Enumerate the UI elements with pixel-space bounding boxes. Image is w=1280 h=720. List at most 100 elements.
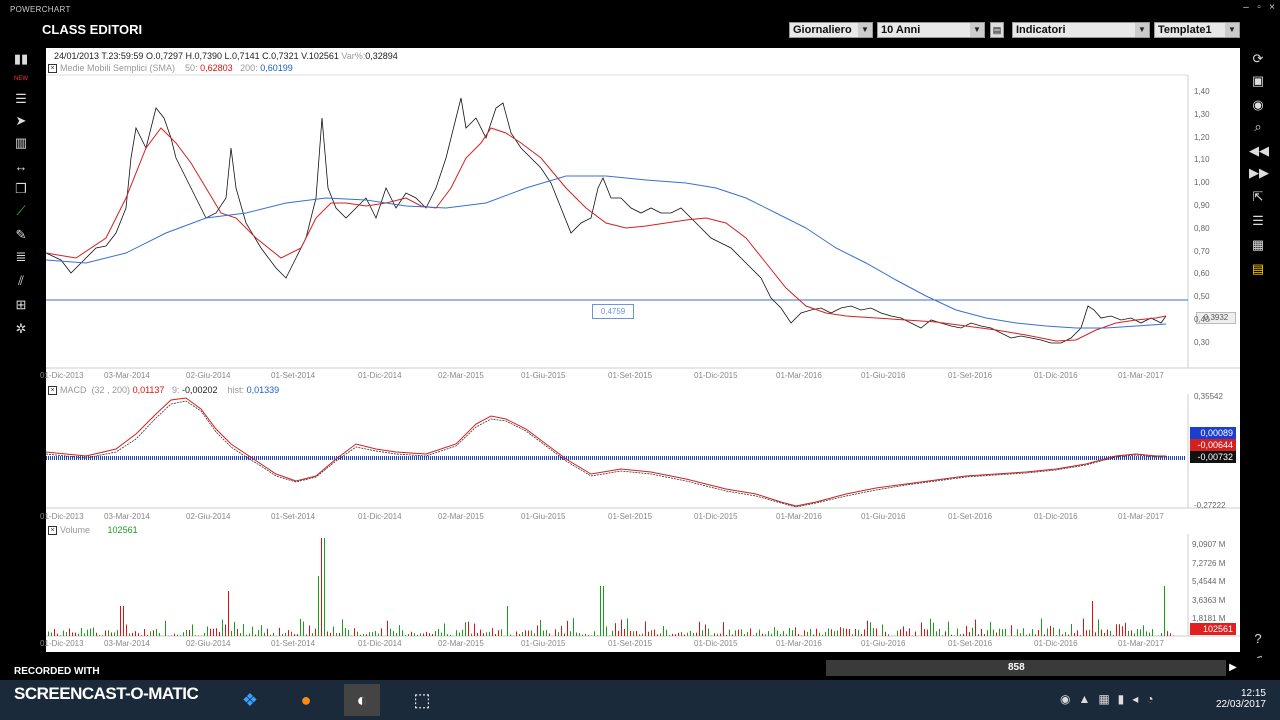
volume-bar: [462, 629, 463, 636]
resize-icon[interactable]: ↔: [12, 158, 30, 176]
help-icon[interactable]: ?: [1249, 630, 1267, 648]
camera-icon[interactable]: ◉: [1249, 96, 1267, 114]
refresh-icon[interactable]: ⟳: [1249, 50, 1267, 68]
volume-bar: [786, 634, 787, 636]
volume-bar: [816, 628, 817, 636]
volume-bar: [519, 633, 520, 636]
volume-bar: [885, 631, 886, 636]
notes-icon[interactable]: ▤: [1249, 260, 1267, 278]
price-panel[interactable]: 24/01/2013 T.23:59:59 O.0,7297 H.0,7390 …: [40, 48, 1240, 384]
tray-icons[interactable]: ◉▲▦▮◂◔: [1060, 692, 1162, 706]
dropbox-icon[interactable]: ❖: [232, 684, 268, 716]
volume-bar: [1095, 632, 1096, 636]
zoom-icon[interactable]: ⌕: [1249, 118, 1267, 136]
layers-icon[interactable]: ❐: [12, 180, 30, 198]
volume-bar: [813, 634, 814, 636]
new-icon[interactable]: NEW: [12, 70, 30, 88]
volume-bar: [528, 630, 529, 636]
volume-bar: [123, 606, 124, 636]
volume-bar: [195, 635, 196, 636]
forward-icon[interactable]: ▶▶: [1249, 164, 1269, 182]
volume-bar: [1137, 629, 1138, 636]
price-x-axis: 01-Dic-2013 03-Mar-2014 02-Giu-2014 01-S…: [40, 371, 1186, 381]
hand-icon[interactable]: ☰: [12, 90, 30, 108]
volume-bar: [546, 629, 547, 636]
macd-chart[interactable]: [46, 384, 1240, 524]
volume-bar: [939, 628, 940, 636]
scroll-right-icon[interactable]: ▶: [1226, 660, 1240, 676]
volume-bar: [936, 631, 937, 636]
layout-icon[interactable]: ▮▮: [12, 50, 30, 68]
volume-bar: [597, 635, 598, 636]
y-tick: 9,0907 M: [1192, 540, 1226, 549]
x-tick: 01-Giu-2016: [861, 512, 906, 521]
fibonacci-icon[interactable]: ≣: [12, 248, 30, 266]
minimize-icon[interactable]: –: [1241, 3, 1251, 13]
list-icon[interactable]: ☰: [1249, 212, 1267, 230]
price-chart[interactable]: [46, 48, 1240, 384]
maximize-icon[interactable]: ▫: [1254, 3, 1264, 13]
volume-bar: [1146, 631, 1147, 636]
volume-panel[interactable]: × Volume 102561 9,0907 M 7,2726 M 5,4544…: [40, 524, 1240, 652]
volume-bar: [705, 624, 706, 636]
bars-icon[interactable]: ▥: [12, 134, 30, 152]
volume-bar: [1056, 635, 1057, 636]
macd-y-top: 0,35542: [1194, 392, 1223, 401]
hline-value-label[interactable]: 0,4759: [592, 304, 634, 319]
pen-icon[interactable]: ✎: [12, 226, 30, 244]
volume-bar: [150, 631, 151, 636]
volume-bar: [438, 629, 439, 636]
volume-bar: [231, 630, 232, 636]
volume-bar: [654, 629, 655, 636]
line-icon[interactable]: ⟋: [12, 202, 30, 220]
channel-icon[interactable]: ⫽: [12, 272, 30, 290]
volume-bar: [1032, 629, 1033, 636]
volume-bar: [186, 629, 187, 636]
text-icon[interactable]: ⊞: [12, 296, 30, 314]
volume-bar: [876, 628, 877, 636]
indicator-list-icon[interactable]: ▤: [990, 22, 1004, 38]
volume-bar: [489, 631, 490, 636]
volume-bar: [174, 633, 175, 636]
clock-time: 12:15: [1240, 688, 1266, 699]
volume-bar: [699, 621, 700, 636]
volume-bar: [408, 633, 409, 636]
close-icon[interactable]: ×: [1267, 3, 1277, 13]
rewind-icon[interactable]: ◀◀: [1249, 142, 1269, 160]
app-window: POWERCHART – ▫ × CLASS EDITORI Giornalie…: [0, 0, 1280, 720]
volume-bar: [1107, 629, 1108, 636]
volume-bar: [534, 633, 535, 636]
volume-bar: [390, 628, 391, 636]
save-icon[interactable]: ▣: [1249, 72, 1267, 90]
page-title: CLASS EDITORI: [42, 22, 143, 37]
volume-chart[interactable]: [46, 524, 1240, 652]
volume-bar: [684, 634, 685, 636]
volume-bar: [1143, 625, 1144, 636]
scrollbar-track[interactable]: [826, 660, 1226, 676]
template-select[interactable]: Template1 ▼: [1154, 22, 1240, 38]
volume-bar: [291, 631, 292, 636]
volume-bar: [633, 631, 634, 636]
snipping-icon[interactable]: ⬚: [404, 684, 440, 716]
firefox-icon[interactable]: ●: [288, 684, 324, 716]
volume-bar: [192, 624, 193, 636]
volume-bar: [792, 630, 793, 636]
volume-bar: [1131, 630, 1132, 636]
range-select[interactable]: 10 Anni ▼: [877, 22, 985, 38]
clock[interactable]: 12:15 22/03/2017: [1206, 688, 1266, 710]
cursor-icon[interactable]: ➤: [12, 112, 30, 130]
expand-icon[interactable]: ⇱: [1249, 188, 1267, 206]
volume-bar: [66, 632, 67, 636]
chevron-down-icon: ▼: [1135, 23, 1149, 37]
macd-panel[interactable]: × MACD (32 , 200) 0,01137 9: -0,00202 hi…: [40, 384, 1240, 524]
settings-icon[interactable]: ✲: [12, 320, 30, 338]
volume-bar: [723, 622, 724, 636]
period-select[interactable]: Giornaliero ▼: [789, 22, 873, 38]
volume-bar: [531, 630, 532, 636]
grid-icon[interactable]: ▦: [1249, 236, 1267, 254]
volume-bar: [264, 632, 265, 636]
volume-bar: [969, 632, 970, 636]
indicators-select[interactable]: Indicatori ▼: [1012, 22, 1150, 38]
x-tick: 01-Set-2016: [948, 512, 993, 521]
powerchart-icon[interactable]: ◐: [344, 684, 380, 716]
